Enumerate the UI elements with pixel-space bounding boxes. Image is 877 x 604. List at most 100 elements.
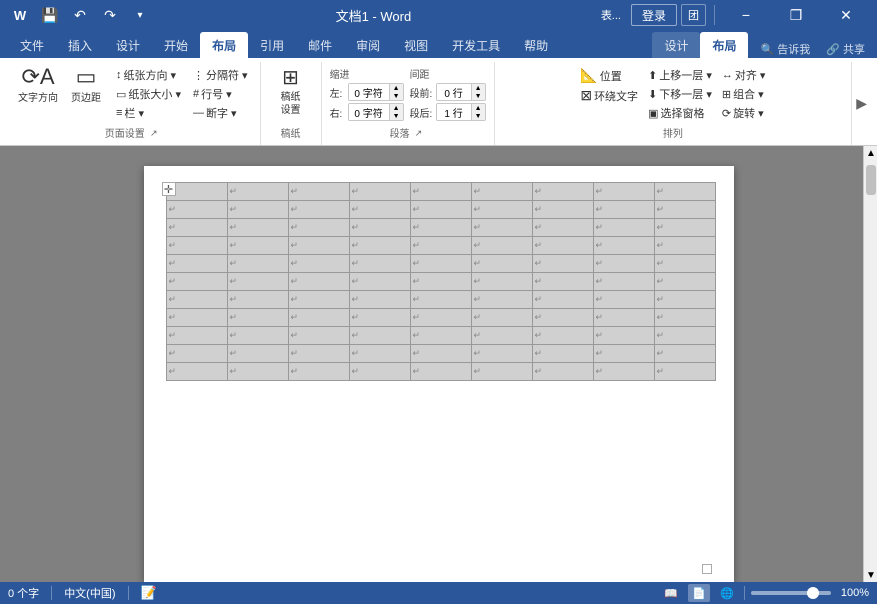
table-cell[interactable]: ↵: [227, 273, 288, 291]
table-cell[interactable]: ↵: [227, 183, 288, 201]
macro-button[interactable]: 📝: [141, 585, 157, 601]
table-cell[interactable]: ↵: [593, 183, 654, 201]
table-row[interactable]: ↵↵↵↵↵↵↵↵↵: [166, 273, 715, 291]
scroll-track[interactable]: [864, 160, 877, 568]
table-cell[interactable]: ↵: [166, 327, 227, 345]
table-cell[interactable]: ↵: [410, 363, 471, 381]
text-direction-button[interactable]: ⟳A 文字方向: [14, 64, 62, 106]
spacing-before-spinner[interactable]: ▲ ▼: [436, 83, 486, 101]
select-pane-button[interactable]: ▣ 选择窗格: [644, 104, 716, 122]
spacing-after-up[interactable]: ▲: [471, 104, 485, 112]
table-row[interactable]: ↵↵↵↵↵↵↵↵↵: [166, 291, 715, 309]
table-cell[interactable]: ↵: [654, 291, 715, 309]
table-cell[interactable]: ↵: [288, 183, 349, 201]
team-btn[interactable]: 团: [681, 4, 706, 26]
table-cell[interactable]: ↵: [654, 219, 715, 237]
document-table[interactable]: ↵↵↵↵↵↵↵↵↵↵↵↵↵↵↵↵↵↵↵↵↵↵↵↵↵↵↵↵↵↵↵↵↵↵↵↵↵↵↵↵…: [166, 182, 716, 381]
table-cell[interactable]: ↵: [593, 273, 654, 291]
indent-right-up[interactable]: ▲: [389, 104, 403, 112]
table-cell[interactable]: ↵: [471, 201, 532, 219]
indent-left-up[interactable]: ▲: [389, 84, 403, 92]
table-cell[interactable]: ↵: [471, 363, 532, 381]
table-cell[interactable]: ↵: [349, 201, 410, 219]
table-cell[interactable]: ↵: [471, 219, 532, 237]
login-button[interactable]: 登录: [631, 4, 677, 26]
table-cell[interactable]: ↵: [410, 345, 471, 363]
table-cell[interactable]: ↵: [532, 309, 593, 327]
send-back-button[interactable]: ⬇ 下移一层 ▾: [644, 85, 716, 103]
table-cell[interactable]: ↵: [593, 363, 654, 381]
align-button[interactable]: ↔ 对齐 ▾: [718, 66, 770, 84]
table-cell[interactable]: ↵: [166, 309, 227, 327]
indent-right-spinner[interactable]: ▲ ▼: [348, 103, 404, 121]
table-cell[interactable]: ↵: [471, 183, 532, 201]
table-cell[interactable]: ↵: [471, 309, 532, 327]
tab-layout[interactable]: 布局: [200, 32, 248, 58]
table-cell[interactable]: ↵: [593, 345, 654, 363]
table-row[interactable]: ↵↵↵↵↵↵↵↵↵: [166, 183, 715, 201]
table-cell[interactable]: ↵: [288, 237, 349, 255]
tab-design[interactable]: 设计: [104, 32, 152, 58]
table-cell[interactable]: ↵: [349, 255, 410, 273]
table-cell[interactable]: ↵: [410, 327, 471, 345]
table-cell[interactable]: ↵: [410, 255, 471, 273]
indent-left-input[interactable]: [349, 84, 389, 100]
table-cell[interactable]: ↵: [532, 327, 593, 345]
table-cell[interactable]: ↵: [227, 291, 288, 309]
table-cell[interactable]: ↵: [471, 327, 532, 345]
table-cell[interactable]: ↵: [349, 237, 410, 255]
table-cell[interactable]: ↵: [410, 183, 471, 201]
table-cell[interactable]: ↵: [654, 255, 715, 273]
table-cell[interactable]: ↵: [654, 363, 715, 381]
paragraph-expand-button[interactable]: ↗: [412, 126, 426, 140]
table-row[interactable]: ↵↵↵↵↵↵↵↵↵: [166, 255, 715, 273]
table-cell[interactable]: ↵: [227, 363, 288, 381]
spacing-before-input[interactable]: [437, 84, 471, 100]
table-row[interactable]: ↵↵↵↵↵↵↵↵↵: [166, 237, 715, 255]
table-cell[interactable]: ↵: [288, 255, 349, 273]
table-cell[interactable]: ↵: [288, 201, 349, 219]
customize-button[interactable]: ▾: [128, 3, 152, 27]
table-cell[interactable]: ↵: [288, 273, 349, 291]
group-button[interactable]: ⊞ 组合 ▾: [718, 85, 770, 103]
table-cell[interactable]: ↵: [410, 219, 471, 237]
table-cell[interactable]: ↵: [288, 219, 349, 237]
redo-button[interactable]: ↷: [98, 3, 122, 27]
indent-left-spinner[interactable]: ▲ ▼: [348, 83, 404, 101]
table-cell[interactable]: ↵: [288, 309, 349, 327]
tab-home[interactable]: 开始: [152, 32, 200, 58]
scroll-thumb[interactable]: [866, 165, 876, 195]
table-cell[interactable]: ↵: [532, 291, 593, 309]
table-cell[interactable]: ↵: [349, 345, 410, 363]
table-cell[interactable]: ↵: [654, 345, 715, 363]
ribbon-scroll-right[interactable]: ▶: [852, 62, 871, 145]
table-cell[interactable]: ↵: [593, 219, 654, 237]
page-setup-expand-button[interactable]: ↗: [147, 126, 161, 140]
table-cell[interactable]: ↵: [410, 309, 471, 327]
table-cell[interactable]: ↵: [227, 327, 288, 345]
table-row[interactable]: ↵↵↵↵↵↵↵↵↵: [166, 219, 715, 237]
table-cell[interactable]: ↵: [654, 273, 715, 291]
tab-references[interactable]: 引用: [248, 32, 296, 58]
table-cell[interactable]: ↵: [349, 291, 410, 309]
table-cell[interactable]: ↵: [227, 309, 288, 327]
table-cell[interactable]: ↵: [471, 345, 532, 363]
tell-me-btn[interactable]: 🔍 告诉我: [756, 40, 814, 58]
zoom-thumb[interactable]: [807, 587, 819, 599]
minimize-button[interactable]: −: [723, 0, 769, 30]
paper-size-button[interactable]: ▭ 纸张大小 ▾: [112, 85, 185, 103]
table-cell[interactable]: ↵: [471, 291, 532, 309]
margins-button[interactable]: ▭ 页边距: [64, 64, 108, 106]
table-cell[interactable]: ↵: [349, 327, 410, 345]
tab-table-layout[interactable]: 布局: [700, 32, 748, 58]
table-cell[interactable]: ↵: [532, 345, 593, 363]
spacing-before-up[interactable]: ▲: [471, 84, 485, 92]
table-row[interactable]: ↵↵↵↵↵↵↵↵↵: [166, 345, 715, 363]
zoom-slider[interactable]: [751, 591, 831, 595]
columns-button[interactable]: ≡ 栏 ▾: [112, 104, 185, 122]
undo-button[interactable]: ↶: [68, 3, 92, 27]
table-cell[interactable]: ↵: [654, 201, 715, 219]
tab-developer[interactable]: 开发工具: [440, 32, 512, 58]
table-row[interactable]: ↵↵↵↵↵↵↵↵↵: [166, 363, 715, 381]
paper-orient-button[interactable]: ↕ 纸张方向 ▾: [112, 66, 185, 84]
